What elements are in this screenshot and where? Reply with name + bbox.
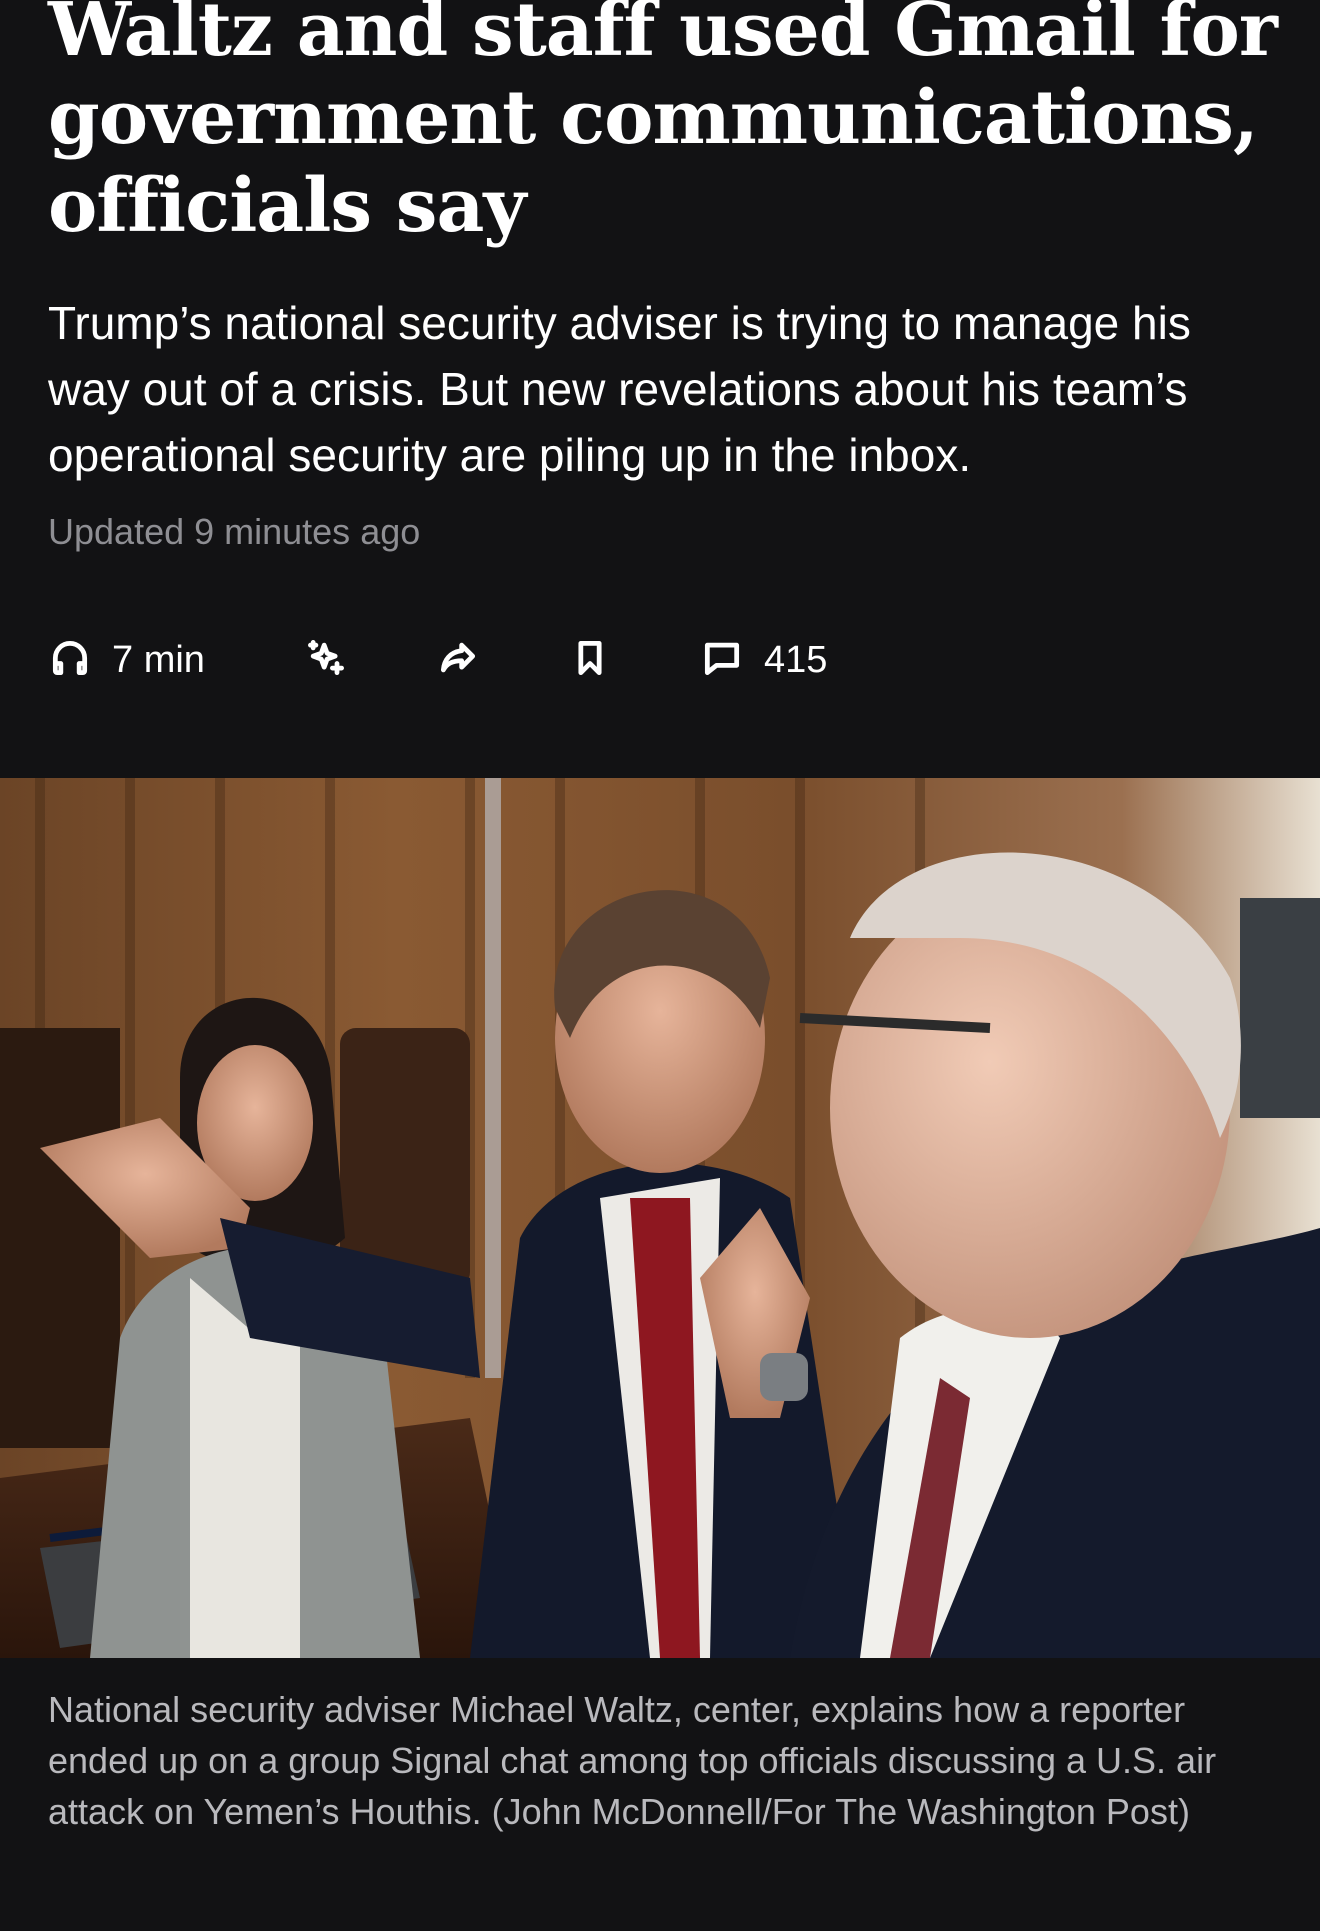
bookmark-icon	[568, 636, 612, 685]
sparkle-icon	[304, 636, 348, 685]
share-button[interactable]	[436, 630, 480, 690]
ai-summary-button[interactable]	[304, 630, 348, 690]
share-icon	[436, 636, 480, 685]
lead-photo-illustration	[0, 778, 1320, 1658]
comments-button[interactable]: 415	[700, 630, 827, 690]
headphones-icon	[48, 636, 92, 685]
listen-duration: 7 min	[112, 638, 205, 681]
article-dek: Trump’s national security adviser is try…	[48, 297, 1191, 481]
lead-photo[interactable]	[0, 778, 1320, 1658]
comments-count: 415	[764, 638, 828, 681]
listen-button[interactable]: 7 min	[48, 630, 205, 690]
comment-icon	[700, 636, 744, 685]
headline: Waltz and staff used Gmail for governmen…	[48, 0, 1278, 249]
updated-timestamp: Updated 9 minutes ago	[48, 511, 421, 552]
photo-caption: National security adviser Michael Waltz,…	[48, 1689, 1217, 1832]
article-toolbar: 7 min 415	[48, 630, 948, 690]
bookmark-button[interactable]	[568, 630, 612, 690]
